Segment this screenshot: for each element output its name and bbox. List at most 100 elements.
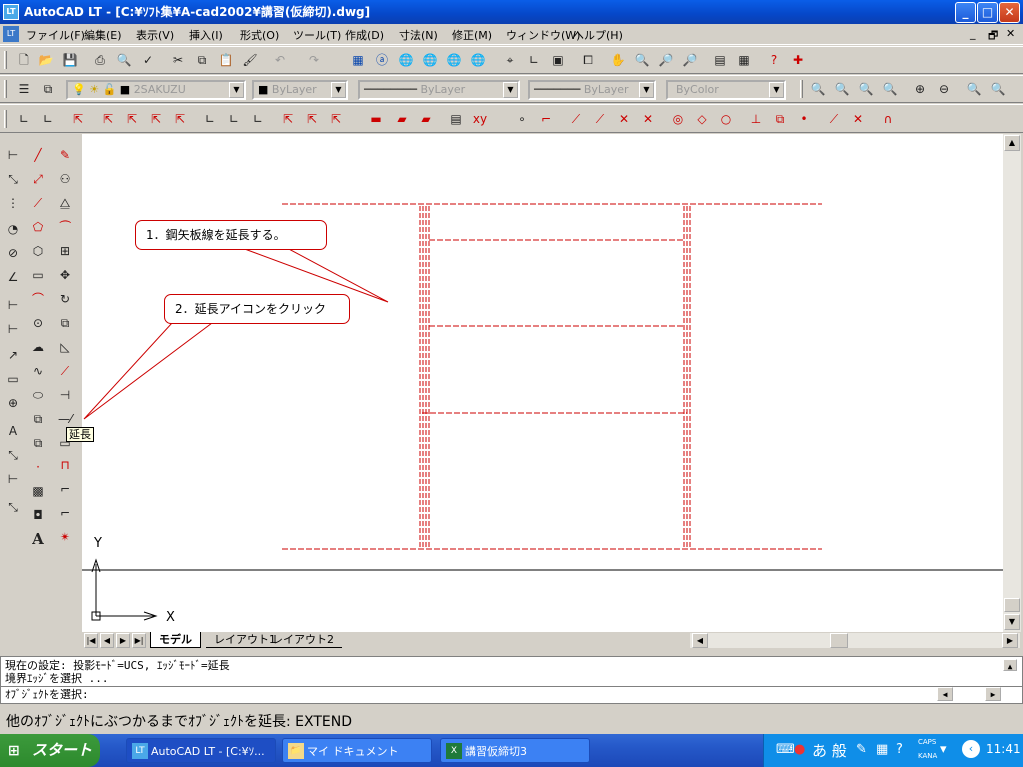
start-button[interactable]: ⊞ スタート bbox=[0, 734, 100, 767]
construction-line-icon[interactable]: ⤢ bbox=[27, 168, 49, 190]
tab-last-icon[interactable]: ▶| bbox=[132, 633, 146, 648]
ucs-apply-icon[interactable]: ⇱ bbox=[278, 109, 298, 129]
snap-apparent-icon[interactable]: ✕ bbox=[638, 109, 658, 129]
offset-icon[interactable]: ⏜ bbox=[54, 216, 76, 238]
ucs-origin-icon[interactable]: ⇱ bbox=[68, 109, 88, 129]
tab-next-icon[interactable]: ▶ bbox=[116, 633, 130, 648]
dim-ordinate-icon[interactable]: ⋮ bbox=[2, 192, 24, 214]
ime-help-icon[interactable]: ? bbox=[896, 742, 903, 757]
menu-format[interactable]: 形式(O) bbox=[240, 27, 279, 43]
spell-check-icon[interactable]: ✓ bbox=[138, 50, 158, 70]
zoom-previous-icon[interactable]: 🔎 bbox=[680, 50, 700, 70]
scroll-down-icon[interactable]: ▼ bbox=[1004, 614, 1020, 630]
toolbar-grip[interactable] bbox=[800, 80, 803, 98]
color-combobox[interactable]: ■ ByLayer ▼ bbox=[252, 80, 348, 100]
ucs-view-icon[interactable]: ⇱ bbox=[146, 109, 166, 129]
tab-model[interactable]: モデル bbox=[150, 632, 201, 648]
region-icon[interactable]: ◘ bbox=[27, 504, 49, 526]
cmd-scroll-left-icon[interactable]: ◀ bbox=[937, 687, 953, 701]
today-icon[interactable]: ⓐ bbox=[372, 50, 392, 70]
undo-icon[interactable]: ↶ bbox=[270, 50, 290, 70]
pan-icon[interactable]: ✋ bbox=[608, 50, 628, 70]
osnap-settings-icon[interactable]: ∩ bbox=[878, 109, 898, 129]
help-icon[interactable]: ? bbox=[764, 50, 784, 70]
break-at-point-icon[interactable]: ⊓ bbox=[54, 454, 76, 476]
dim-update-icon[interactable]: ⊢ bbox=[2, 468, 24, 490]
menu-file[interactable]: ファイル(F) bbox=[26, 27, 85, 43]
properties-icon[interactable]: ▣ bbox=[548, 50, 568, 70]
ucs-icon[interactable]: ∟ bbox=[524, 50, 544, 70]
zoom-out-icon[interactable]: ⊖ bbox=[934, 79, 954, 99]
polygon-icon[interactable]: ⬠ bbox=[27, 216, 49, 238]
menu-dimension[interactable]: 寸法(N) bbox=[399, 27, 438, 43]
zoom-scale-icon[interactable]: 🔍 bbox=[856, 79, 876, 99]
doc-restore-icon[interactable]: 🗗 bbox=[988, 27, 998, 46]
locate-point-icon[interactable]: xy bbox=[470, 109, 490, 129]
ucs-face-icon[interactable]: ⇱ bbox=[122, 109, 142, 129]
dim-linear-icon[interactable]: ⊢ bbox=[2, 144, 24, 166]
linetype-combobox[interactable]: ──────── ByLayer ▼ bbox=[358, 80, 520, 100]
menu-tools[interactable]: ツール(T) bbox=[293, 27, 341, 43]
dimension-linear-icon[interactable]: ▬ bbox=[366, 109, 386, 129]
dim-edit-icon[interactable]: A bbox=[2, 420, 24, 442]
temp-tracking-icon[interactable]: ∘ bbox=[512, 109, 532, 129]
dim-baseline-icon[interactable]: ⊢ bbox=[2, 294, 24, 316]
chamfer-icon[interactable]: ⌐ bbox=[54, 478, 76, 500]
chevron-down-icon[interactable]: ▼ bbox=[769, 82, 784, 98]
cmd-scroll-up-icon[interactable]: ▲ bbox=[1003, 659, 1017, 671]
snap-insert-icon[interactable]: ⧉ bbox=[770, 109, 790, 129]
web-icon[interactable]: 🌐 bbox=[396, 50, 416, 70]
center-mark-icon[interactable]: ⊕ bbox=[2, 392, 24, 414]
tab-layout2[interactable]: レイアウト2 bbox=[264, 632, 342, 648]
snap-center-icon[interactable]: ◎ bbox=[668, 109, 688, 129]
chevron-down-icon[interactable]: ▼ bbox=[503, 82, 518, 98]
dim-aligned-icon[interactable]: ⤡ bbox=[2, 168, 24, 190]
named-views-icon[interactable]: ⧠ bbox=[578, 50, 598, 70]
ime-tool-icon[interactable]: ✎ bbox=[856, 742, 867, 757]
make-block-icon[interactable]: ⧉ bbox=[27, 432, 49, 454]
ucs-world-icon[interactable]: ∟ bbox=[14, 109, 34, 129]
trim-icon[interactable]: ⊣ bbox=[54, 384, 76, 406]
ime-mode[interactable]: あ 般 bbox=[812, 740, 847, 761]
explode-icon[interactable]: ✴ bbox=[54, 526, 76, 548]
ime-pad-icon[interactable]: ▦ bbox=[876, 742, 888, 757]
maximize-button[interactable]: □ bbox=[977, 2, 998, 23]
rotate-icon[interactable]: ↻ bbox=[54, 288, 76, 310]
fillet-icon[interactable]: ⌐ bbox=[54, 502, 76, 524]
copy-object-icon[interactable]: ⚇ bbox=[54, 168, 76, 190]
open-icon[interactable]: 📂 bbox=[36, 50, 56, 70]
copy-icon[interactable]: ⧉ bbox=[192, 50, 212, 70]
polygon2-icon[interactable]: ⬡ bbox=[27, 240, 49, 262]
snap-midpoint-icon[interactable]: ⟋ bbox=[590, 109, 610, 129]
ime-icon[interactable]: ● bbox=[794, 742, 805, 757]
zoom-window-icon[interactable]: 🔎 bbox=[656, 50, 676, 70]
keyboard-icon[interactable]: ⌨ bbox=[776, 742, 795, 757]
ucs-x-icon[interactable]: ∟ bbox=[200, 109, 220, 129]
scroll-right-icon[interactable]: ▶ bbox=[1002, 633, 1018, 648]
plotstyle-combobox[interactable]: ByColor ▼ bbox=[666, 80, 786, 100]
snap-endpoint-icon[interactable]: ⟋ bbox=[566, 109, 586, 129]
snap-tangent-icon[interactable]: ○ bbox=[716, 109, 736, 129]
mtext-icon[interactable]: A bbox=[27, 528, 49, 550]
hatch-draw-icon[interactable]: ▩ bbox=[27, 480, 49, 502]
snap-nearest-icon[interactable]: ⟋ bbox=[824, 109, 844, 129]
object-snap-icon[interactable]: ⌖ bbox=[500, 50, 520, 70]
menu-draw[interactable]: 作成(D) bbox=[345, 27, 384, 43]
task-autocad[interactable]: LT AutoCAD LT - [C:¥ｿ... bbox=[126, 738, 276, 763]
zoom-in-icon[interactable]: ⊕ bbox=[910, 79, 930, 99]
layer-combobox[interactable]: 💡 ☀ 🔓 ■ 2SAKUZU ▼ bbox=[66, 80, 246, 100]
leader-icon[interactable]: ↗ bbox=[2, 344, 24, 366]
horizontal-scrollbar[interactable]: ◀ ▶ bbox=[690, 633, 1020, 648]
lineweight-combobox[interactable]: ─────── ByLayer ▼ bbox=[528, 80, 656, 100]
snap-quadrant-icon[interactable]: ◇ bbox=[692, 109, 712, 129]
tolerance-icon[interactable]: ▭ bbox=[2, 368, 24, 390]
ucs-3-icon[interactable]: ∟ bbox=[248, 109, 268, 129]
paste-icon[interactable]: 📋 bbox=[216, 50, 236, 70]
drawing-canvas[interactable]: 1．鋼矢板線を延長する。 2．延長アイコンをクリック 延長 Y X bbox=[66, 134, 1003, 632]
command-window[interactable]: 現在の設定: 投影ﾓｰﾄﾞ=UCS, ｴｯｼﾞﾓｰﾄﾞ=延長 境界ｴｯｼﾞを選択… bbox=[0, 656, 1023, 704]
menu-window[interactable]: ウィンドウ(W) bbox=[506, 27, 580, 43]
ucs-3point-icon[interactable]: ⇱ bbox=[170, 109, 190, 129]
dim-text-edit-icon[interactable]: ⤡ bbox=[2, 444, 24, 466]
dim-radius-icon[interactable]: ◔ bbox=[2, 218, 24, 240]
tray-options-icon[interactable]: ▾ bbox=[940, 742, 947, 757]
